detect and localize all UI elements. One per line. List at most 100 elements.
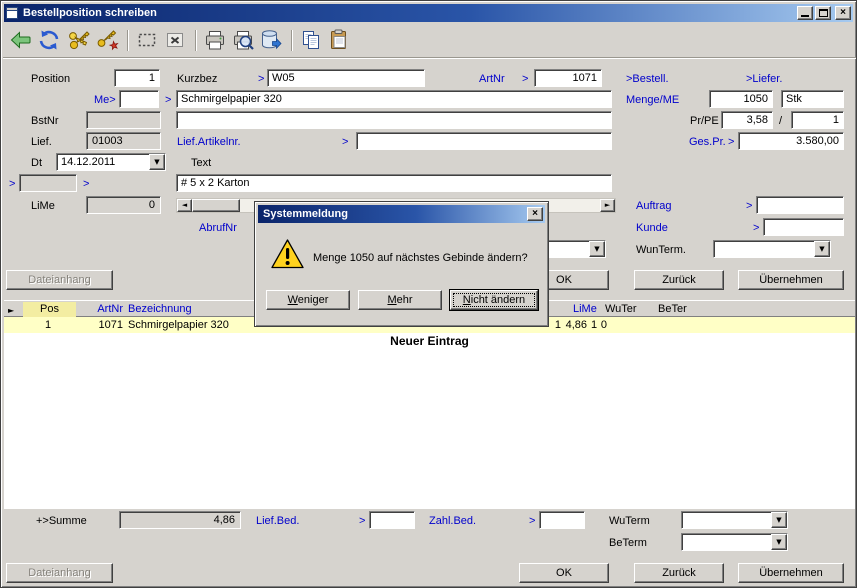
dialog-close-button[interactable]: × (527, 207, 543, 221)
text-prefix-arrow[interactable]: > (9, 178, 15, 190)
select-rectangle-button[interactable] (135, 28, 159, 52)
print-preview-icon (231, 28, 255, 52)
dt-label: Dt (31, 157, 42, 169)
nicht-aendern-button[interactable]: Nicht ändern (450, 290, 538, 310)
wuterm-combo-footer[interactable]: ▼ (681, 511, 788, 529)
ges-pr-arrow[interactable]: > (728, 136, 734, 148)
wuterm-label: WuTerm (609, 515, 650, 527)
artnr-field[interactable] (534, 69, 602, 87)
artnr-label: ArtNr (479, 73, 505, 85)
positions-grid: ► Pos ArtNr Bezeichnung LiMe WuTer BeTer… (4, 300, 855, 509)
toolbar-divider (3, 57, 856, 59)
refresh-button[interactable] (37, 28, 61, 52)
text-arrow[interactable]: > (83, 178, 89, 190)
zurueck-button-bottom[interactable]: Zurück (634, 563, 724, 583)
scroll-right-icon[interactable]: ► (600, 199, 615, 212)
scroll-left-icon[interactable]: ◄ (177, 199, 192, 212)
grid-new-entry-row[interactable]: Neuer Eintrag (4, 333, 855, 349)
lief-bed-arrow[interactable]: > (359, 515, 365, 527)
bstnr-text-field[interactable] (176, 111, 612, 129)
grid-header-beter[interactable]: BeTer (658, 302, 687, 317)
einheit-field[interactable] (781, 90, 844, 108)
text-field[interactable] (176, 174, 612, 192)
kurzbez-label: Kurzbez (177, 73, 217, 85)
chevron-down-icon[interactable]: ▼ (771, 534, 787, 550)
uebernehmen-button-top[interactable]: Übernehmen (738, 270, 844, 290)
bezeichnung-arrow[interactable]: > (165, 94, 171, 106)
copy-button[interactable] (299, 28, 323, 52)
me-field[interactable] (119, 90, 159, 108)
beterm-value (682, 534, 771, 550)
lief-artikelnr-arrow[interactable]: > (342, 136, 348, 148)
pe-field[interactable] (791, 111, 844, 129)
uebernehmen-button-bottom[interactable]: Übernehmen (738, 563, 844, 583)
auftrag-field[interactable] (756, 196, 844, 214)
bestellposition-window: Bestellposition schreiben × Position Kur… (0, 0, 857, 588)
lime-field: 0 (86, 196, 161, 214)
paste-button[interactable] (327, 28, 351, 52)
refresh-icon (37, 28, 61, 52)
warning-icon (271, 239, 304, 269)
me-label: Me> (94, 94, 116, 106)
dt-combo[interactable]: 14.12.2011 ▼ (56, 153, 166, 171)
menge-field[interactable] (709, 90, 773, 108)
grid-header-lime[interactable]: LiMe (573, 302, 597, 317)
chevron-down-icon[interactable]: ▼ (814, 241, 830, 257)
wuterm-footer-value (682, 512, 771, 528)
maximize-button[interactable] (815, 6, 831, 20)
kurzbez-field[interactable] (267, 69, 425, 87)
maximize-icon (819, 9, 828, 17)
minimize-button[interactable] (797, 6, 813, 20)
kunde-field[interactable] (763, 218, 844, 236)
pr-field[interactable] (721, 111, 773, 129)
back-button[interactable] (9, 28, 33, 52)
lief-label: Lief. (31, 136, 52, 148)
lief-artikelnr-field[interactable] (356, 132, 612, 150)
bestell-link[interactable]: >Bestell. (626, 73, 669, 85)
zurueck-button-top[interactable]: Zurück (634, 270, 724, 290)
zahl-bed-field[interactable] (539, 511, 585, 529)
lief-bed-field[interactable] (369, 511, 415, 529)
grid-header-bezeichnung[interactable]: Bezeichnung (128, 302, 192, 317)
grid-cell-lime: 0 (577, 317, 607, 333)
kunde-arrow[interactable]: > (753, 222, 759, 234)
dt-value: 14.12.2011 (57, 154, 149, 170)
chevron-down-icon[interactable]: ▼ (771, 512, 787, 528)
print-preview-button[interactable] (231, 28, 255, 52)
keys-run-button[interactable] (95, 28, 119, 52)
position-field[interactable] (114, 69, 160, 87)
grid-header-artnr[interactable]: ArtNr (76, 302, 123, 317)
liefer-link[interactable]: >Liefer. (746, 73, 782, 85)
minimize-icon (801, 15, 809, 17)
close-button[interactable]: × (835, 6, 851, 20)
artnr-arrow[interactable]: > (522, 73, 528, 85)
wunterm-combo[interactable]: ▼ (713, 240, 831, 258)
beterm-combo[interactable]: ▼ (681, 533, 788, 551)
select-rectangle-icon (135, 28, 159, 52)
back-icon (9, 28, 33, 52)
dialog-titlebar: Systemmeldung × (258, 205, 545, 223)
bezeichnung-field[interactable] (176, 90, 612, 108)
menge-me-label: Menge/ME (626, 94, 679, 106)
grid-cell-pos: 1 (23, 317, 73, 333)
chevron-down-icon[interactable]: ▼ (149, 154, 165, 170)
keys-button[interactable] (67, 28, 91, 52)
auftrag-arrow[interactable]: > (746, 200, 752, 212)
zahl-bed-arrow[interactable]: > (529, 515, 535, 527)
wunterm-label: WunTerm. (636, 244, 686, 256)
delete-button[interactable] (163, 28, 187, 52)
grid-header-wuter[interactable]: WuTer (605, 302, 637, 317)
ok-button-bottom[interactable]: OK (519, 563, 609, 583)
weniger-button[interactable]: Weniger (266, 290, 350, 310)
grid-cell-artnr: 1071 (76, 317, 123, 333)
grid-header-pos[interactable]: Pos (23, 302, 76, 317)
mehr-button[interactable]: Mehr (358, 290, 442, 310)
position-label: Position (31, 73, 70, 85)
print-button[interactable] (203, 28, 227, 52)
kurzbez-arrow[interactable]: > (258, 73, 264, 85)
chevron-down-icon[interactable]: ▼ (589, 241, 605, 257)
database-export-button[interactable] (259, 28, 283, 52)
scroll-thumb[interactable] (192, 199, 240, 212)
dateianhang-button-top: Dateianhang (6, 270, 113, 290)
ges-pr-field[interactable] (738, 132, 844, 150)
